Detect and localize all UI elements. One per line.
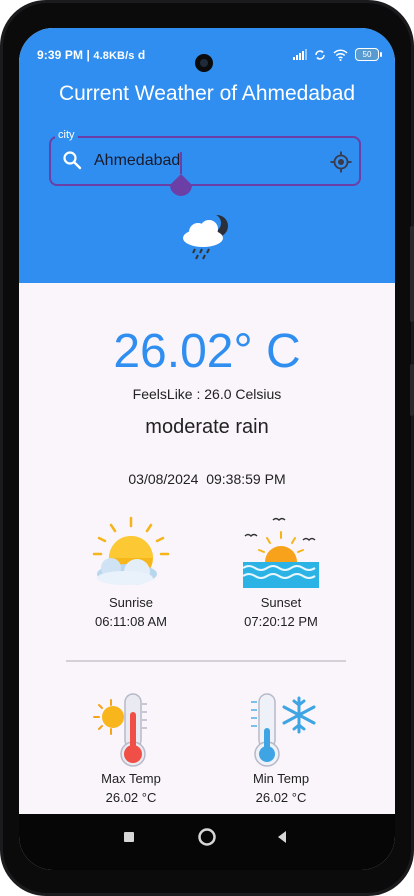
system-nav-bar <box>19 814 395 870</box>
battery-icon: 50 <box>355 48 382 61</box>
volume-button <box>410 226 414 322</box>
sunset-label: Sunset <box>260 595 302 610</box>
city-input[interactable] <box>94 152 294 170</box>
sunset-icon <box>242 517 319 588</box>
city-field-label: city <box>55 129 78 141</box>
feels-like: FeelsLike : 26.0 Celsius <box>132 386 282 402</box>
phone-frame: 9:39 PM | 4.8KB/s d 50 Current Weather o… <box>0 0 414 896</box>
sunrise-tile: Sunrise 06:11:08 AM <box>66 516 196 629</box>
status-icons: 50 <box>293 48 382 61</box>
my-location-icon[interactable] <box>330 151 352 173</box>
max-temp-value: 26.02 °C <box>105 790 157 805</box>
divider <box>66 660 346 662</box>
cursor-handle-icon[interactable] <box>170 174 192 196</box>
rain-cloud-icon <box>183 214 228 260</box>
front-camera <box>195 54 213 72</box>
status-time: 9:39 PM <box>37 48 84 62</box>
power-button <box>410 364 414 416</box>
status-left: 9:39 PM | 4.8KB/s d <box>37 48 146 62</box>
search-icon[interactable] <box>62 150 82 170</box>
max-temp-label: Max Temp <box>101 771 161 786</box>
page-title: Current Weather of Ahmedabad <box>58 82 356 105</box>
back-icon[interactable] <box>275 830 289 844</box>
min-temp-tile: Min Temp 26.02 °C <box>216 692 346 805</box>
sync-icon <box>315 49 325 60</box>
min-temp-label: Min Temp <box>252 771 310 786</box>
sunrise-icon <box>92 516 170 585</box>
wifi-icon <box>333 48 348 61</box>
status-bar: 9:39 PM | 4.8KB/s d 50 <box>19 42 395 72</box>
min-temp-value: 26.02 °C <box>255 790 307 805</box>
temperature-value: 26.02° C <box>113 325 301 378</box>
recents-icon[interactable] <box>122 830 136 844</box>
sunset-tile: Sunset 07:20:12 PM <box>216 516 346 629</box>
text-cursor <box>180 152 182 174</box>
cold-thermometer-icon <box>251 693 316 767</box>
carrier-glyph: d <box>137 48 146 62</box>
home-icon[interactable] <box>197 827 217 847</box>
app-screen: 9:39 PM | 4.8KB/s d 50 Current Weather o… <box>19 28 395 870</box>
signal-icon <box>293 49 307 60</box>
sunrise-value: 06:11:08 AM <box>94 614 168 629</box>
weather-description: moderate rain <box>145 416 269 438</box>
date-time: 03/08/2024 09:38:59 PM <box>128 471 286 487</box>
hot-thermometer-icon <box>93 693 147 767</box>
sunset-value: 07:20:12 PM <box>244 614 318 629</box>
max-temp-tile: Max Temp 26.02 °C <box>66 692 196 805</box>
network-speed: 4.8KB/s <box>93 50 135 62</box>
sunrise-label: Sunrise <box>108 595 154 610</box>
